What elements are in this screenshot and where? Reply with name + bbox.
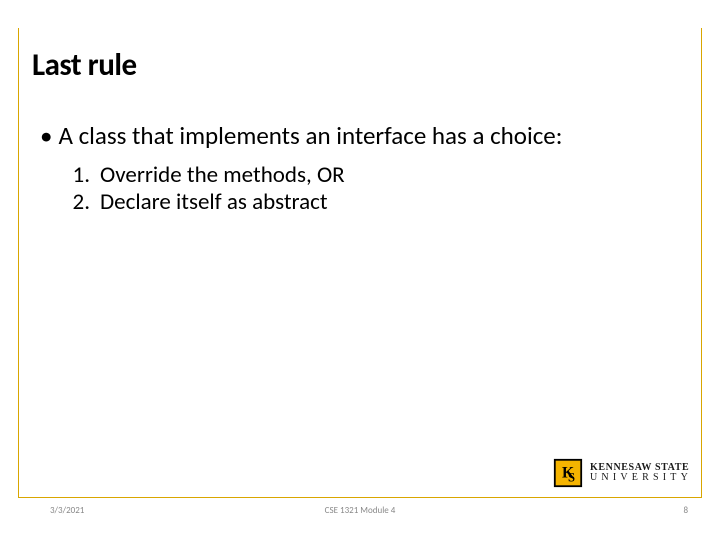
logo-line2: UNIVERSITY — [590, 473, 692, 483]
footer-center: CSE 1321 Module 4 — [325, 505, 396, 516]
numbered-list: 1. Override the methods, OR 2. Declare i… — [40, 162, 680, 216]
slide-body: • A class that implements an interface h… — [40, 122, 680, 216]
footer-date: 3/3/2021 — [50, 505, 84, 516]
svg-text:S: S — [568, 470, 575, 484]
slide-border — [18, 28, 702, 498]
ks-mark-icon: K S — [553, 458, 583, 488]
bullet-text: A class that implements an interface has… — [58, 122, 562, 150]
list-item: 1. Override the methods, OR — [68, 162, 680, 189]
list-text: Declare itself as abstract — [100, 189, 328, 216]
footer-pageno: 8 — [683, 505, 688, 516]
list-text: Override the methods, OR — [100, 162, 345, 189]
list-number: 1. — [68, 162, 90, 189]
bullet-mark: • — [40, 122, 52, 150]
bullet-item: • A class that implements an interface h… — [40, 122, 680, 150]
logo-text: KENNESAW STATE UNIVERSITY — [590, 463, 692, 483]
university-logo: K S KENNESAW STATE UNIVERSITY — [553, 458, 692, 488]
slide: Last rule • A class that implements an i… — [0, 0, 720, 540]
list-item: 2. Declare itself as abstract — [68, 189, 680, 216]
slide-title: Last rule — [32, 46, 137, 84]
list-number: 2. — [68, 189, 90, 216]
